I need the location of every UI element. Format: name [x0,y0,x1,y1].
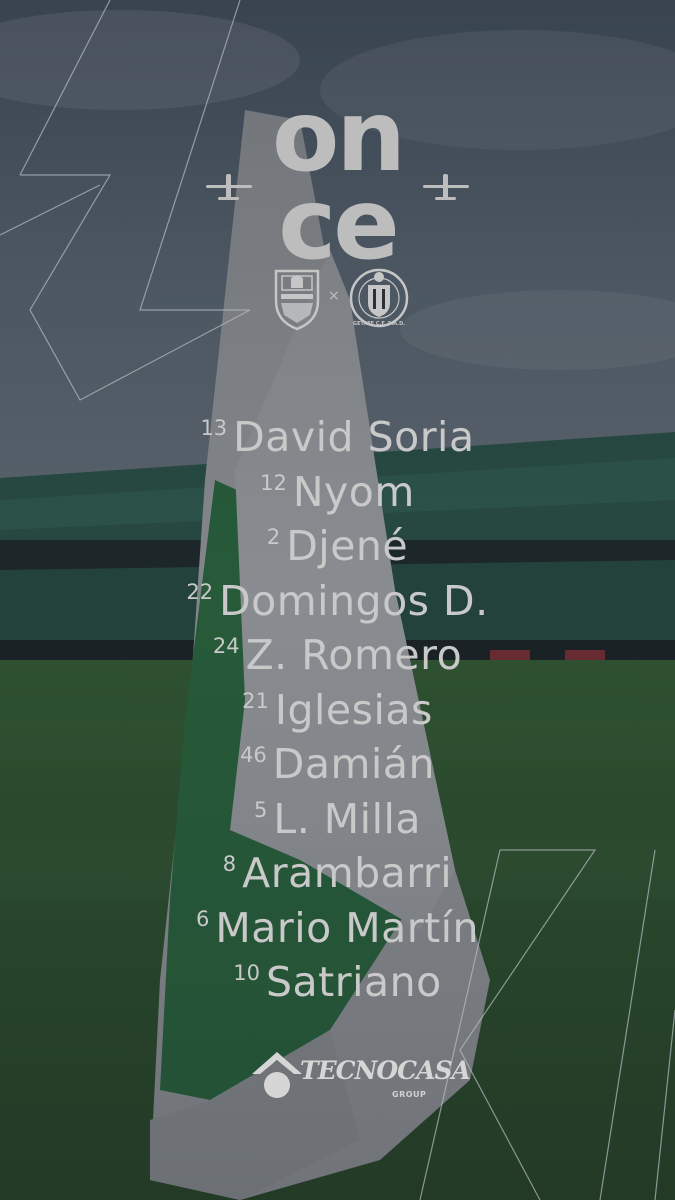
player-number: 5 [254,797,268,822]
player-number: 21 [242,688,269,713]
player-row: 5 L. Milla [0,794,675,849]
player-name: Damián [272,740,435,788]
player-number: 6 [195,906,210,931]
player-name: Arambarri [242,849,453,897]
player-row: 6 Mario Martín [0,903,675,958]
player-number: 10 [233,961,261,985]
player-number: 12 [260,470,287,495]
player-name: Satriano [266,958,442,1006]
player-name: Z. Romero [245,631,463,679]
match-separator: × [328,288,340,304]
player-row: 24 Z. Romero [0,630,675,685]
sponsor-sub: GROUP [392,1090,427,1099]
player-row: 22 Domingos D. [0,576,675,631]
player-name: L. Milla [273,794,421,843]
title-line-2: ce [278,168,400,282]
player-number: 22 [186,579,214,604]
player-row: 13 David Soria [0,412,675,467]
lineup-poster: on ce × GETAFE C.F. S.A.D. 13 David Sori… [0,0,675,1200]
player-row: 2 Djené [0,521,675,576]
player-row: 8 Arambarri [0,848,675,903]
player-number: 24 [212,634,240,658]
lineup-list: 13 David Soria 12 Nyom 2 Djené 22 Domingos D… [0,412,675,1012]
player-name: Mario Martín [215,903,480,952]
getafe-crest-icon: GETAFE C.F. S.A.D. [349,268,409,328]
getafe-crest-text: GETAFE C.F. S.A.D. [353,321,405,327]
player-name: Iglesias [274,685,433,734]
player-number: 8 [222,852,237,876]
player-row: 21 Iglesias [0,685,675,740]
player-number: 13 [200,416,228,440]
player-name: Djené [286,522,409,570]
player-row: 46 Damián [0,739,675,794]
player-name: Nyom [292,467,415,516]
sponsor-name: TECNOCASA [300,1056,471,1085]
elche-crest-icon [274,269,320,331]
player-row: 10 Satriano [0,957,675,1012]
player-number: 2 [266,525,281,549]
plane-icon-right [423,174,469,200]
player-number: 46 [240,743,267,767]
player-name: David Soria [233,413,475,461]
player-name: Domingos D. [219,576,489,625]
player-row: 12 Nyom [0,467,675,522]
plane-icon-left [206,174,252,200]
